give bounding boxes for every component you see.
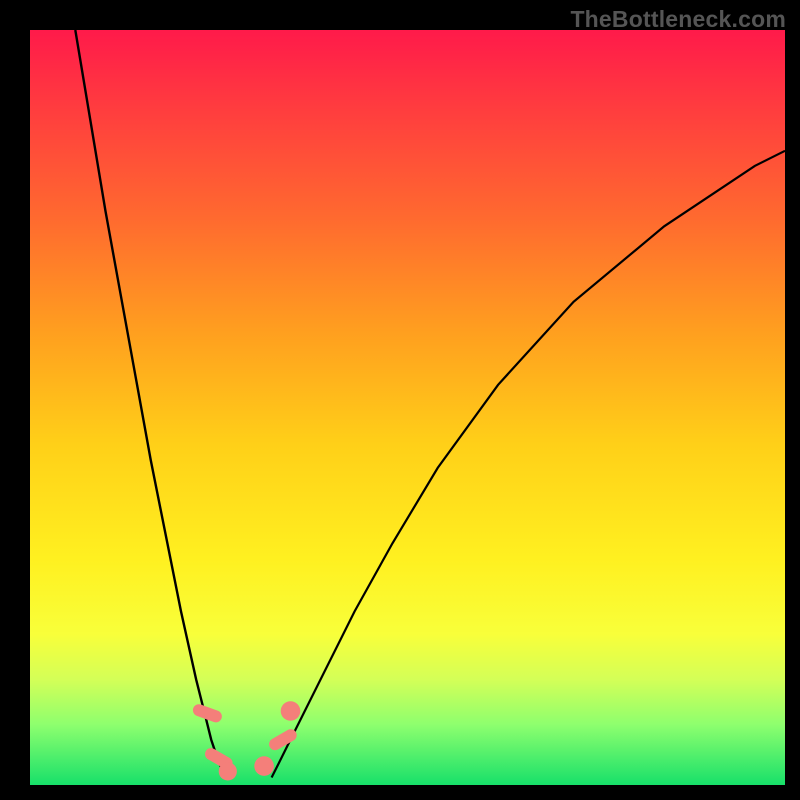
watermark-text: TheBottleneck.com — [570, 6, 786, 33]
curve-layer — [30, 30, 785, 785]
chart-stage: TheBottleneck.com — [0, 0, 800, 800]
marker-pill — [267, 727, 299, 752]
marker-dot — [254, 756, 274, 776]
marker-dot — [219, 762, 237, 780]
left-branch-curve — [75, 30, 226, 778]
plot-area — [30, 30, 785, 785]
marker-layer — [191, 701, 300, 780]
right-branch-curve — [272, 151, 785, 778]
marker-dot — [281, 701, 301, 721]
